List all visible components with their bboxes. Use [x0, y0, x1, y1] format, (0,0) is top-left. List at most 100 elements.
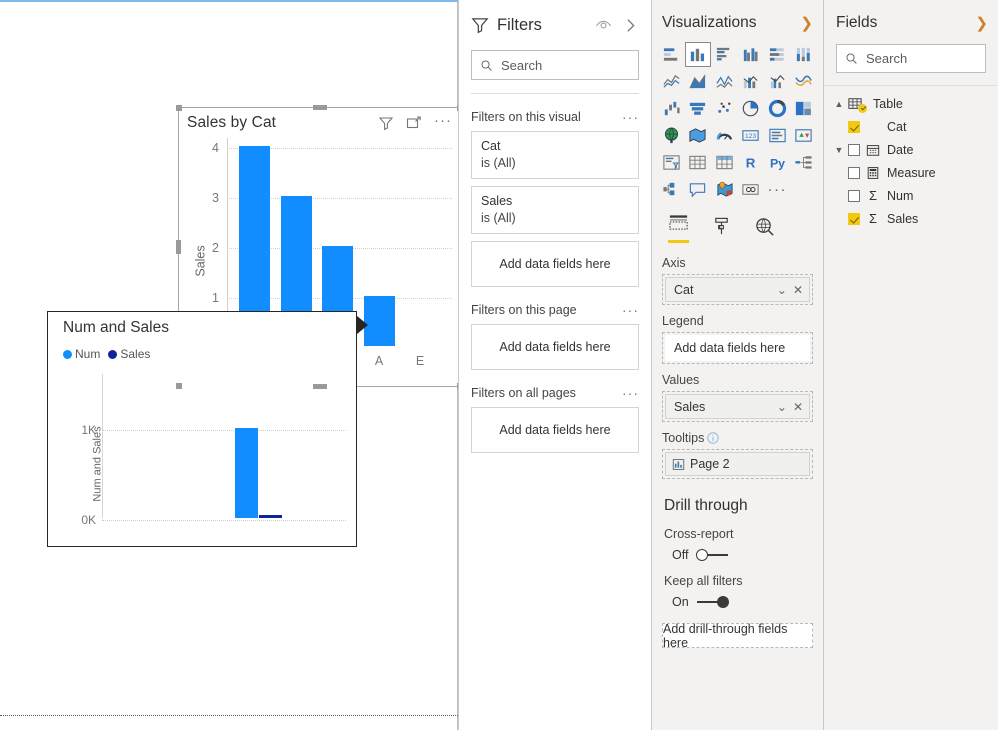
viz-funnel-chart-icon[interactable]	[685, 96, 712, 121]
more-options-icon[interactable]: ···	[434, 113, 452, 130]
field-checkbox-cat[interactable]	[848, 120, 860, 133]
tooltip-bar-num[interactable]	[235, 428, 258, 518]
well-legend-dropzone[interactable]: Add data fields here	[665, 335, 810, 361]
field-checkbox-num[interactable]	[848, 189, 860, 202]
viz-ribbon-chart-icon[interactable]	[791, 69, 818, 94]
viz-more-visuals-icon[interactable]: ···	[764, 177, 791, 202]
field-pill-cat[interactable]: Cat ⌄ ✕	[665, 277, 810, 302]
viz-r-script-visual-icon[interactable]: R	[738, 150, 765, 175]
focus-mode-icon[interactable]	[406, 115, 422, 131]
viz-filled-map-icon[interactable]	[685, 123, 712, 148]
viz-scatter-chart-icon[interactable]	[711, 96, 738, 121]
resize-handle-top[interactable]	[312, 105, 327, 110]
viz-map-icon[interactable]	[658, 123, 685, 148]
field-tree-item-date[interactable]: ▼ Date	[824, 138, 998, 161]
remove-field-icon[interactable]: ✕	[793, 400, 803, 414]
filter-card-cat[interactable]: Cat is (All)	[471, 131, 639, 179]
resize-handle-left[interactable]	[176, 240, 181, 254]
well-legend[interactable]: Add data fields here	[662, 332, 813, 364]
field-tree-item-num[interactable]: Σ Num	[824, 184, 998, 207]
chevron-down-icon[interactable]: ⌄	[777, 400, 787, 414]
viz-kpi-icon[interactable]	[791, 123, 818, 148]
filters-visual-dropzone[interactable]: Add data fields here	[471, 241, 639, 287]
viz-line-chart-icon[interactable]	[658, 69, 685, 94]
filters-section-page-more-icon[interactable]: ···	[622, 303, 639, 317]
tooltip-page-pill[interactable]: Page 2	[665, 452, 810, 476]
field-checkbox-sales[interactable]	[848, 212, 860, 225]
viz-python-visual-icon[interactable]: Py	[764, 150, 791, 175]
viz-key-influencers-icon[interactable]	[658, 177, 685, 202]
field-tree-item-cat[interactable]: Cat	[824, 115, 998, 138]
viz-clustered-column-chart-icon[interactable]	[738, 42, 765, 67]
viz-line-and-stacked-column-chart-icon[interactable]	[738, 69, 765, 94]
resize-handle-bottom-right[interactable]	[457, 383, 458, 389]
collapse-filters-chevron-icon[interactable]	[622, 17, 639, 34]
chevron-up-icon[interactable]: ▲	[830, 99, 848, 109]
legend-item-num[interactable]: Num	[63, 347, 100, 361]
well-axis[interactable]: Cat ⌄ ✕	[662, 274, 813, 305]
viz-clustered-bar-chart-icon[interactable]	[711, 42, 738, 67]
report-canvas[interactable]: Sales by Cat ··· Sales 4 3 2 1 A E Num a…	[0, 0, 458, 730]
legend-item-sales[interactable]: Sales	[108, 347, 150, 361]
viz-table-icon[interactable]	[685, 150, 712, 175]
filter-icon[interactable]	[378, 115, 394, 131]
viz-100-stacked-bar-chart-icon[interactable]	[764, 42, 791, 67]
viz-waterfall-chart-icon[interactable]	[658, 96, 685, 121]
field-checkbox-measure[interactable]	[848, 166, 860, 179]
filter-card-sales[interactable]: Sales is (All)	[471, 186, 639, 234]
filters-section-visual-more-icon[interactable]: ···	[622, 110, 639, 124]
resize-handle-top-right[interactable]	[457, 105, 458, 111]
viz-area-chart-icon[interactable]	[685, 69, 712, 94]
collapse-fields-chevron-icon[interactable]: ❯	[975, 16, 988, 31]
remove-field-icon[interactable]: ✕	[793, 283, 803, 297]
filters-search-input[interactable]: Search	[471, 50, 639, 80]
filters-page-dropzone[interactable]: Add data fields here	[471, 324, 639, 370]
viz-decomposition-tree-icon[interactable]	[791, 150, 818, 175]
tab-format-pane[interactable]	[711, 216, 732, 243]
viz-gauge-icon[interactable]	[711, 123, 738, 148]
drill-through-dropzone[interactable]: Add drill-through fields here	[662, 622, 813, 650]
viz-line-and-clustered-column-chart-icon[interactable]	[764, 69, 791, 94]
viz-stacked-area-chart-icon[interactable]	[711, 69, 738, 94]
keep-all-filters-toggle-row[interactable]: On	[652, 588, 823, 609]
fields-search-input[interactable]: Search	[836, 44, 986, 73]
cross-report-toggle-row[interactable]: Off	[652, 541, 823, 562]
tooltip-bar-sales[interactable]	[259, 515, 282, 518]
field-pill-sales[interactable]: Sales ⌄ ✕	[665, 394, 810, 419]
cross-report-toggle[interactable]	[696, 549, 729, 561]
well-tooltips[interactable]: Page 2	[662, 449, 813, 479]
tab-fields-pane[interactable]	[668, 213, 689, 243]
field-tree-item-sales[interactable]: Σ Sales	[824, 207, 998, 230]
filters-section-allpages-more-icon[interactable]: ···	[622, 386, 639, 400]
resize-handle-top-left[interactable]	[176, 105, 182, 111]
viz-multi-row-card-icon[interactable]	[764, 123, 791, 148]
chevron-down-icon[interactable]: ⌄	[777, 283, 787, 297]
keep-all-filters-toggle[interactable]	[696, 596, 729, 608]
field-tree-item-table[interactable]: ▲ Table	[824, 92, 998, 115]
collapse-visualizations-chevron-icon[interactable]: ❯	[800, 16, 813, 31]
viz-stacked-bar-chart-icon[interactable]	[658, 42, 685, 67]
resize-handle-bottom-left[interactable]	[176, 383, 182, 389]
viz-card-icon[interactable]: 123	[738, 123, 765, 148]
chevron-down-icon[interactable]: ▼	[830, 145, 848, 155]
viz-paginated-report-icon[interactable]	[738, 177, 765, 202]
viz-stacked-column-chart-icon[interactable]	[684, 42, 711, 67]
viz-donut-chart-icon[interactable]	[764, 96, 791, 121]
viz-slicer-icon[interactable]	[658, 150, 685, 175]
viz-pie-chart-icon[interactable]	[738, 96, 765, 121]
viz-smart-narrative-icon[interactable]	[685, 177, 712, 202]
info-icon[interactable]	[707, 432, 720, 444]
field-tree-item-measure[interactable]: Measure	[824, 161, 998, 184]
resize-handle-bottom[interactable]	[312, 384, 327, 389]
field-checkbox-date[interactable]	[848, 143, 860, 156]
hide-filters-eye-icon[interactable]	[595, 17, 612, 34]
viz-arcgis-maps-icon[interactable]	[711, 177, 738, 202]
viz-treemap-icon[interactable]	[791, 96, 818, 121]
viz-matrix-icon[interactable]	[711, 150, 738, 175]
fields-tree: ▲ Table Cat ▼ Date Measure Σ Num Σ Sales	[824, 86, 998, 230]
filters-allpages-dropzone[interactable]: Add data fields here	[471, 407, 639, 453]
bar-4[interactable]	[364, 296, 395, 346]
viz-100-stacked-column-chart-icon[interactable]	[791, 42, 818, 67]
tab-analytics-pane[interactable]	[754, 216, 775, 243]
well-values[interactable]: Sales ⌄ ✕	[662, 391, 813, 422]
